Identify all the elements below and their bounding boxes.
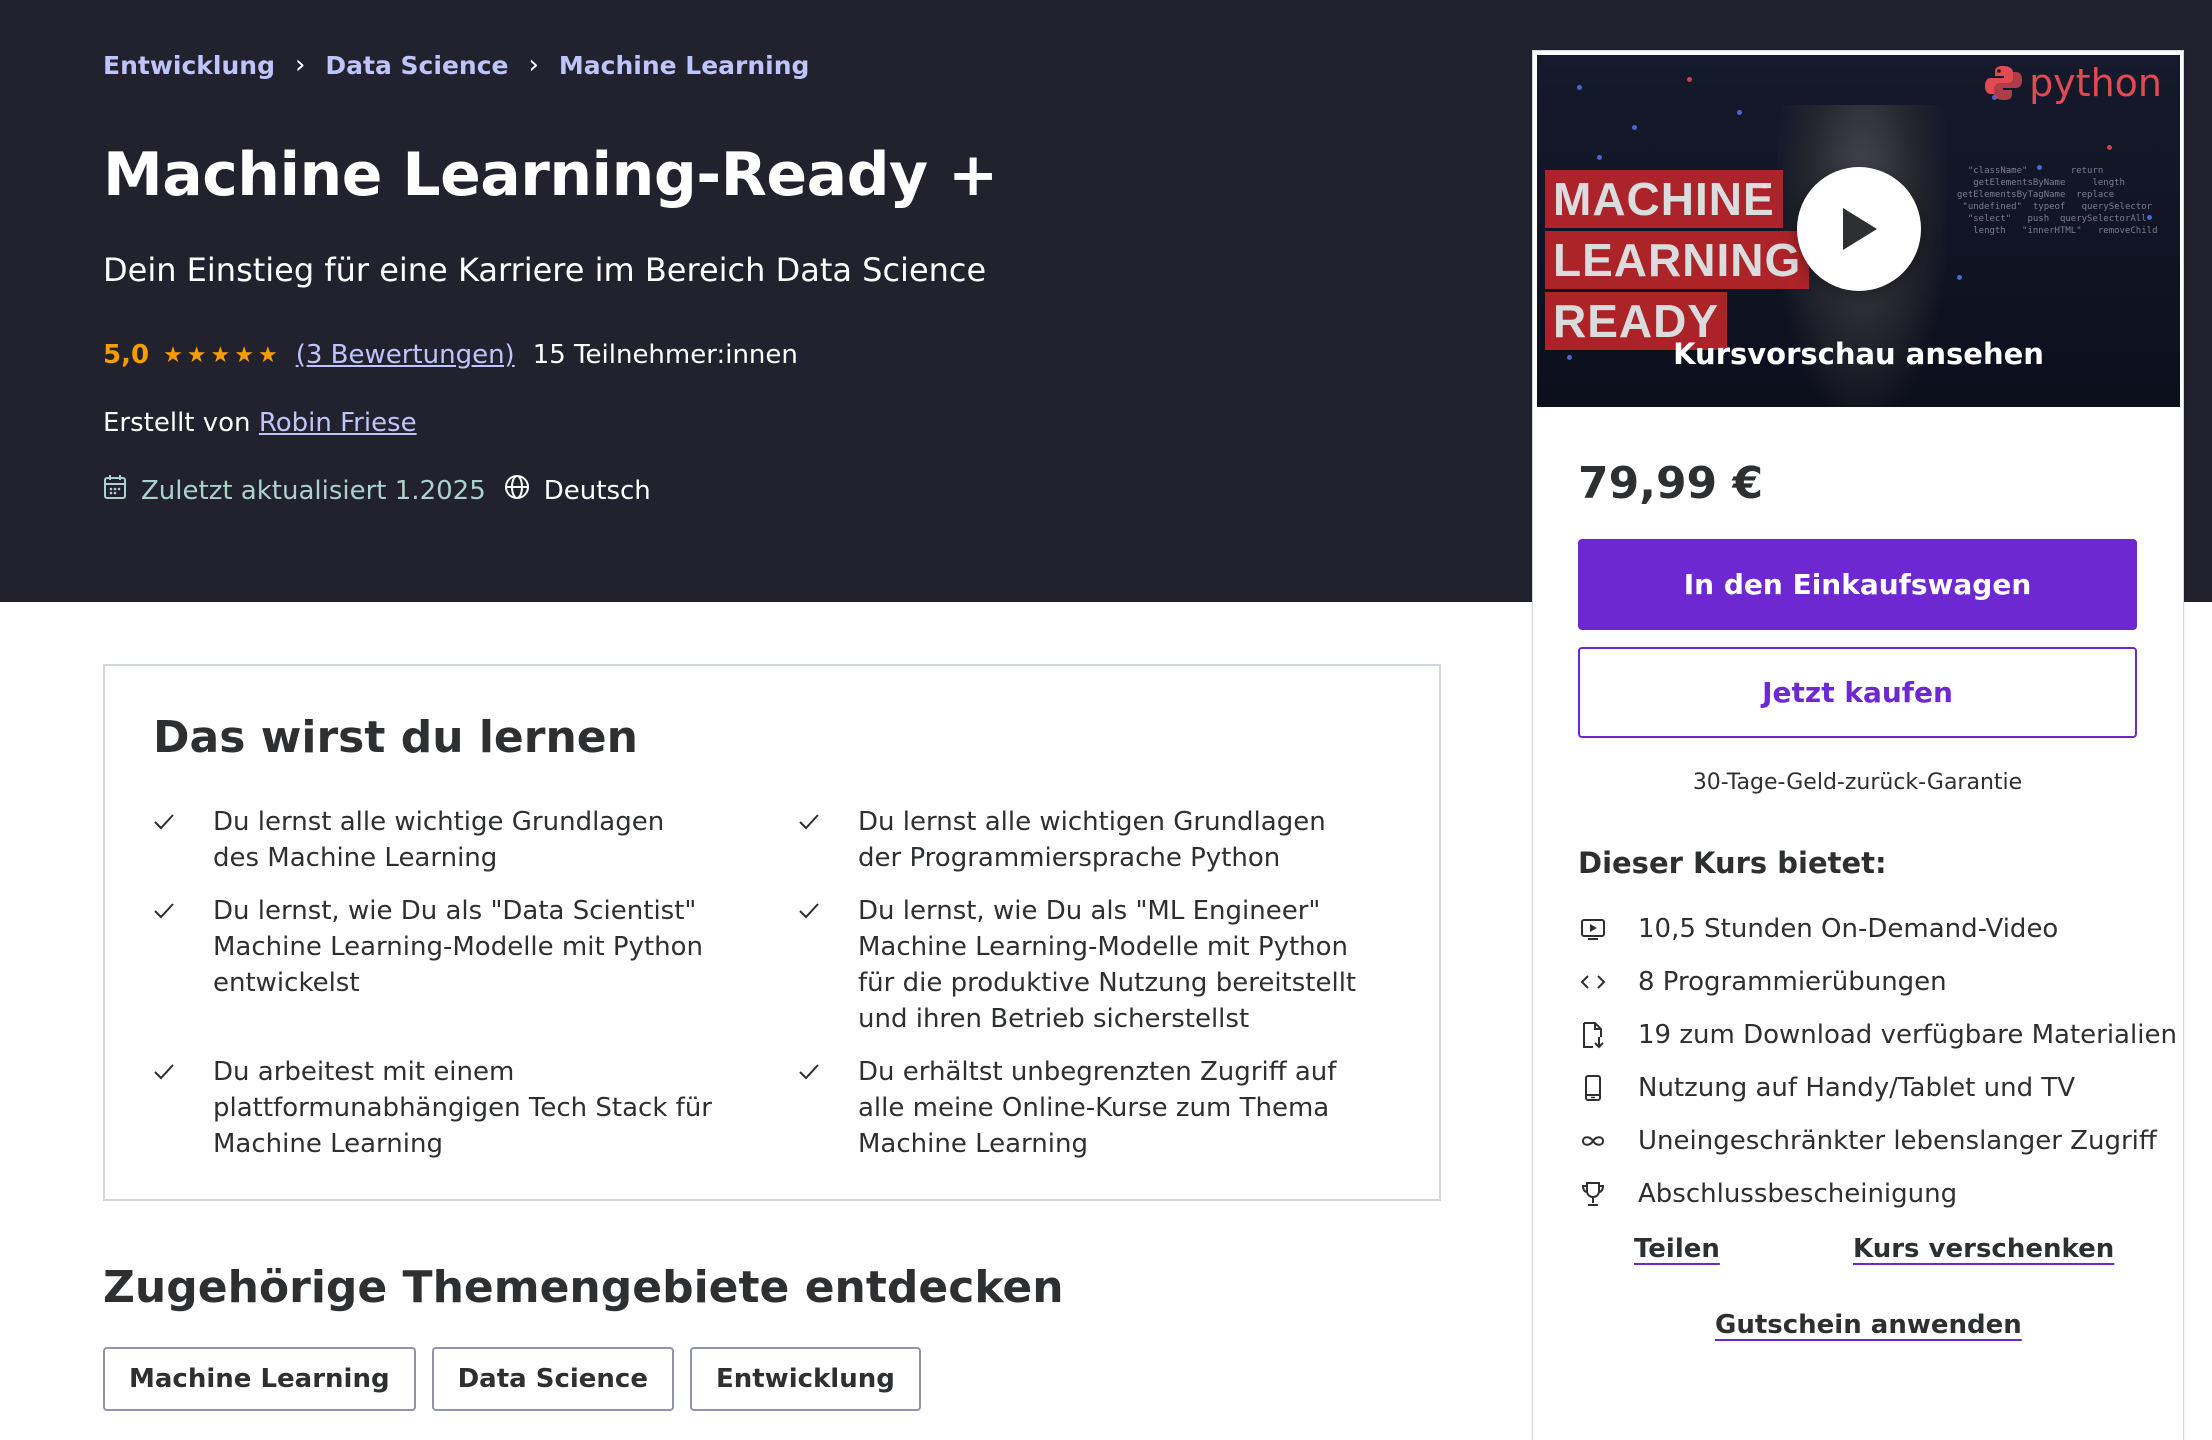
last-updated: Zuletzt aktualisiert 1.2025 [141, 475, 486, 506]
gift-course-link[interactable]: Kurs verschenken [1853, 1234, 2114, 1264]
check-icon [798, 1054, 858, 1162]
preview-label[interactable]: Kursvorschau ansehen [1537, 337, 2180, 371]
check-icon [153, 804, 213, 876]
check-icon [798, 893, 858, 1037]
learn-item: Du lernst alle wichtigen Grundlagen der … [798, 804, 1358, 876]
includes-title: Dieser Kurs bietet: [1578, 846, 1887, 880]
breadcrumb-machine-learning[interactable]: Machine Learning [559, 51, 810, 80]
learn-item-text: Du lernst, wie Du als "Data Scientist" M… [213, 896, 704, 998]
learn-item-text: Du lernst alle wichtige Grundlagen des M… [213, 807, 665, 873]
preview-word-machine: MACHINE [1545, 170, 1783, 228]
includes-list: 10,5 Stunden On-Demand-Video 8 Programmi… [1578, 902, 2177, 1220]
breadcrumb: Entwicklung › Data Science › Machine Lea… [103, 50, 809, 80]
includes-item-label: 19 zum Download verfügbare Materialien [1638, 1019, 2177, 1050]
star-rating-icon: ★★★★★ [163, 342, 282, 368]
related-topics-title: Zugehörige Themengebiete entdecken [103, 1262, 1064, 1313]
add-to-cart-button[interactable]: In den Einkaufswagen [1578, 539, 2137, 630]
course-price: 79,99 € [1578, 458, 1764, 509]
author-row: Erstellt von Robin Friese [103, 408, 417, 438]
check-icon [153, 1054, 213, 1162]
breadcrumb-entwicklung[interactable]: Entwicklung [103, 51, 275, 80]
learn-item: Du lernst, wie Du als "Data Scientist" M… [153, 893, 713, 1001]
topic-tag-data-science[interactable]: Data Science [431, 1347, 674, 1411]
includes-item-label: Abschlussbescheinigung [1638, 1178, 1958, 1209]
python-logo: python [1983, 61, 2162, 105]
learn-item: Du lernst, wie Du als "ML Engineer" Mach… [798, 893, 1358, 1037]
buy-now-button[interactable]: Jetzt kaufen [1578, 647, 2137, 738]
learn-item: Du lernst alle wichtige Grundlagen des M… [153, 804, 713, 876]
includes-item-label: 8 Programmierübungen [1638, 966, 1947, 997]
includes-item: Abschlussbescheinigung [1578, 1167, 2177, 1220]
calendar-icon [103, 474, 127, 507]
course-language: Deutsch [543, 475, 651, 506]
includes-item-label: Nutzung auf Handy/Tablet und TV [1638, 1072, 2076, 1103]
globe-icon [504, 474, 530, 507]
check-icon [798, 804, 858, 876]
includes-item-label: Uneingeschränkter lebenslanger Zugriff [1638, 1125, 2157, 1156]
chevron-right-icon: › [528, 50, 539, 80]
infinity-icon [1578, 1126, 1608, 1156]
share-link[interactable]: Teilen [1634, 1234, 1720, 1264]
learn-item: Du erhältst unbegrenzten Zugriff auf all… [798, 1054, 1358, 1162]
includes-item-label: 10,5 Stunden On-Demand-Video [1638, 913, 2059, 944]
learn-title: Das wirst du lernen [153, 712, 638, 763]
chevron-right-icon: › [295, 50, 306, 80]
related-topic-tags: Machine Learning Data Science Entwicklun… [103, 1347, 921, 1411]
course-subtitle: Dein Einstieg für eine Karriere im Berei… [103, 251, 987, 289]
reviews-link[interactable]: (3 Bewertungen) [296, 340, 515, 370]
file-download-icon [1578, 1020, 1608, 1050]
topic-tag-entwicklung[interactable]: Entwicklung [689, 1347, 921, 1411]
video-icon [1578, 914, 1608, 944]
course-title: Machine Learning-Ready + [103, 140, 998, 210]
rating-value: 5,0 [103, 340, 150, 370]
course-preview-video[interactable]: "className" return getElementsByName len… [1537, 55, 2180, 407]
play-icon [1843, 208, 1877, 250]
breadcrumb-data-science[interactable]: Data Science [325, 51, 508, 80]
code-icon [1578, 967, 1608, 997]
python-logo-text: python [2029, 61, 2162, 105]
includes-item: 10,5 Stunden On-Demand-Video [1578, 902, 2177, 955]
author-prefix: Erstellt von [103, 408, 251, 438]
author-link[interactable]: Robin Friese [259, 408, 417, 438]
check-icon [153, 893, 213, 1001]
money-back-guarantee: 30-Tage-Geld-zurück-Garantie [1692, 770, 2023, 795]
play-button[interactable] [1797, 167, 1921, 291]
python-icon [1985, 66, 2023, 100]
mobile-icon [1578, 1073, 1608, 1103]
learn-item-text: Du lernst alle wichtigen Grundlagen der … [858, 807, 1326, 873]
trophy-icon [1578, 1179, 1608, 1209]
what-you-learn-box: Das wirst du lernen Du lernst alle wicht… [103, 664, 1441, 1201]
includes-item: Uneingeschränkter lebenslanger Zugriff [1578, 1114, 2177, 1167]
includes-item: Nutzung auf Handy/Tablet und TV [1578, 1061, 2177, 1114]
learn-item-text: Du arbeitest mit einem plattformunabhäng… [213, 1057, 712, 1159]
apply-coupon-link[interactable]: Gutschein anwenden [1715, 1310, 2022, 1340]
meta-row: Zuletzt aktualisiert 1.2025 Deutsch [103, 474, 651, 507]
student-count: 15 Teilnehmer:innen [532, 340, 798, 370]
learn-item-text: Du lernst, wie Du als "ML Engineer" Mach… [858, 896, 1357, 1034]
learn-item-text: Du erhältst unbegrenzten Zugriff auf all… [858, 1057, 1337, 1159]
code-background: "className" return getElementsByName len… [1957, 166, 2158, 236]
preview-word-learning: LEARNING [1545, 231, 1810, 289]
learn-item: Du arbeitest mit einem plattformunabhäng… [153, 1054, 713, 1162]
includes-item: 19 zum Download verfügbare Materialien [1578, 1008, 2177, 1061]
topic-tag-machine-learning[interactable]: Machine Learning [103, 1347, 416, 1411]
rating-row: 5,0 ★★★★★ (3 Bewertungen) 15 Teilnehmer:… [103, 340, 798, 370]
includes-item: 8 Programmierübungen [1578, 955, 2177, 1008]
